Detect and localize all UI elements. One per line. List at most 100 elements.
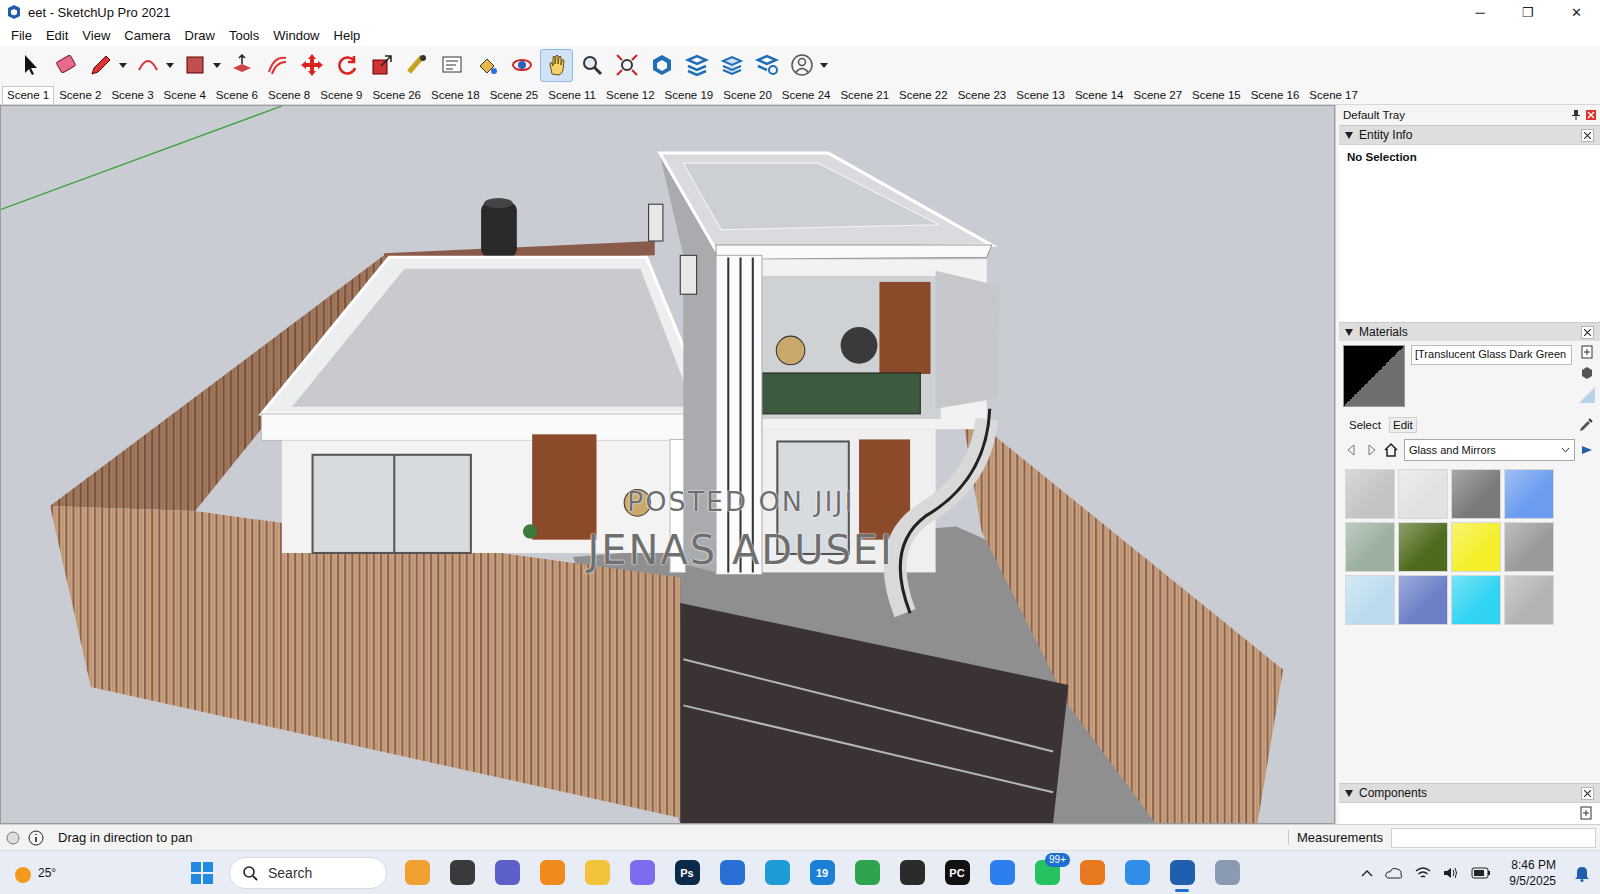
tool-menu-button[interactable] (818, 63, 830, 68)
taskbar-app[interactable]: Ps (672, 853, 702, 893)
scene-tab[interactable]: Scene 24 (777, 86, 836, 104)
material-swatch[interactable] (1504, 522, 1554, 572)
tool-button[interactable] (84, 49, 117, 82)
tool-button[interactable] (330, 49, 363, 82)
tool-menu-button[interactable] (211, 63, 223, 68)
menu-item[interactable]: Draw (178, 26, 222, 45)
taskbar-app[interactable] (582, 853, 612, 893)
tool-button[interactable] (785, 49, 818, 82)
default-material-icon[interactable] (1579, 387, 1595, 403)
scene-tab[interactable]: Scene 17 (1304, 86, 1363, 104)
material-swatch[interactable] (1451, 575, 1501, 625)
cloud-icon[interactable] (1385, 866, 1403, 880)
scene-tab[interactable]: Scene 8 (263, 86, 315, 104)
scene-tab[interactable]: Scene 19 (660, 86, 719, 104)
tool-button[interactable] (750, 49, 783, 82)
tool-button[interactable] (400, 49, 433, 82)
taskbar-app[interactable] (897, 853, 927, 893)
tool-menu-button[interactable] (117, 63, 129, 68)
taskbar-app[interactable] (987, 853, 1017, 893)
menu-item[interactable]: Window (266, 26, 326, 45)
chevron-up-icon[interactable] (1361, 869, 1373, 877)
windows-start-icon[interactable] (190, 861, 214, 885)
details-icon[interactable] (1580, 443, 1594, 457)
tool-button[interactable] (295, 49, 328, 82)
taskbar-app[interactable] (627, 853, 657, 893)
scene-tab[interactable]: Scene 9 (315, 86, 367, 104)
material-swatch[interactable] (1398, 469, 1448, 519)
pin-icon[interactable] (1572, 110, 1580, 120)
volume-icon[interactable] (1443, 866, 1459, 880)
eyedropper-icon[interactable] (1578, 417, 1594, 433)
tool-menu-button[interactable] (164, 63, 176, 68)
material-swatch[interactable] (1345, 575, 1395, 625)
taskbar-app[interactable] (1122, 853, 1152, 893)
menu-item[interactable]: Camera (117, 26, 177, 45)
scene-tab[interactable]: Scene 22 (894, 86, 953, 104)
scene-tab[interactable]: Scene 18 (426, 86, 485, 104)
material-name-field[interactable]: [Translucent Glass Dark Green (1411, 345, 1572, 365)
material-tab[interactable]: Edit (1389, 417, 1417, 433)
material-swatch[interactable] (1451, 469, 1501, 519)
tool-button[interactable] (49, 49, 82, 82)
taskbar-search[interactable]: Search (229, 857, 387, 889)
scene-tab[interactable]: Scene 13 (1011, 86, 1070, 104)
close-button[interactable] (1581, 787, 1594, 800)
tool-button[interactable] (365, 49, 398, 82)
menu-item[interactable]: Help (327, 26, 368, 45)
scene-tab[interactable]: Scene 21 (835, 86, 894, 104)
taskbar-app[interactable] (537, 853, 567, 893)
entity-info-header[interactable]: Entity Info (1339, 125, 1600, 144)
material-swatch[interactable] (1398, 575, 1448, 625)
material-swatch[interactable] (1504, 469, 1554, 519)
material-tab[interactable]: Select (1345, 417, 1385, 433)
menu-item[interactable]: View (75, 26, 117, 45)
taskbar-app[interactable] (1167, 853, 1197, 893)
menu-item[interactable]: File (4, 26, 39, 45)
create-material-icon[interactable] (1579, 365, 1595, 381)
tool-button[interactable] (225, 49, 258, 82)
tool-button[interactable] (435, 49, 468, 82)
tool-button[interactable] (14, 49, 47, 82)
taskbar-app[interactable]: 19 (807, 853, 837, 893)
scene-tab[interactable]: Scene 11 (543, 86, 601, 104)
sample-icon[interactable] (1581, 345, 1593, 359)
tool-button[interactable] (178, 49, 211, 82)
material-swatch[interactable] (1451, 522, 1501, 572)
scene-tab[interactable]: Scene 25 (485, 86, 544, 104)
info-icon[interactable] (28, 830, 44, 846)
tool-button[interactable] (680, 49, 713, 82)
scene-tab[interactable]: Scene 15 (1187, 86, 1246, 104)
home-icon[interactable] (1383, 442, 1399, 458)
taskbar-app[interactable] (402, 853, 432, 893)
material-swatch[interactable] (1345, 469, 1395, 519)
scene-tab[interactable]: Scene 27 (1128, 86, 1187, 104)
forward-icon[interactable] (1364, 443, 1378, 457)
tool-button[interactable] (131, 49, 164, 82)
geo-location-icon[interactable] (6, 831, 20, 845)
tool-button[interactable] (505, 49, 538, 82)
taskbar-app[interactable]: PC (942, 853, 972, 893)
close-tray-icon[interactable] (1586, 110, 1596, 120)
components-header[interactable]: Components (1339, 783, 1600, 802)
sample-icon[interactable] (1580, 806, 1592, 820)
window-control-button[interactable]: ─ (1456, 0, 1504, 24)
tool-button[interactable] (715, 49, 748, 82)
menu-item[interactable]: Tools (222, 26, 266, 45)
close-button[interactable] (1581, 326, 1594, 339)
back-icon[interactable] (1345, 443, 1359, 457)
tool-button[interactable] (610, 49, 643, 82)
material-swatch[interactable] (1345, 522, 1395, 572)
menu-item[interactable]: Edit (39, 26, 75, 45)
window-control-button[interactable]: ✕ (1552, 0, 1600, 24)
wifi-icon[interactable] (1415, 866, 1431, 880)
clock[interactable]: 8:46 PM9/5/2025 (1503, 857, 1562, 889)
viewport[interactable]: POSTED ON JIJIJENAS ADUSEI (0, 105, 1335, 824)
taskbar-app[interactable] (1212, 853, 1242, 893)
taskbar-app[interactable] (447, 853, 477, 893)
model-view[interactable] (1, 106, 1334, 823)
materials-header[interactable]: Materials (1339, 322, 1600, 341)
material-swatch[interactable] (1398, 522, 1448, 572)
measurements-field[interactable] (1391, 828, 1596, 848)
tool-button[interactable] (470, 49, 503, 82)
